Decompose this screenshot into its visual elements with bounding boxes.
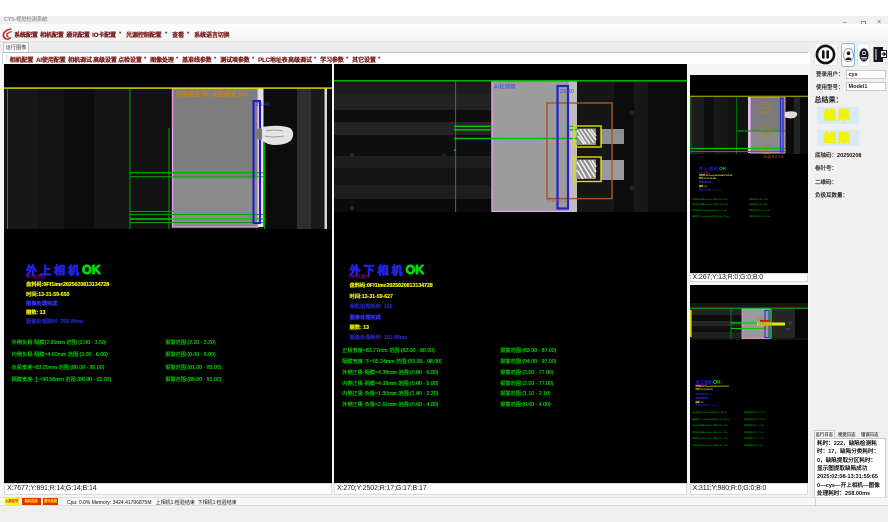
svg-text:23.48 R2.0: 23.48 R2.0	[758, 134, 773, 138]
svg-text:23.80 R=1.0: 23.80 R=1.0	[547, 199, 566, 203]
svg-text:23.48 R2.0: 23.48 R2.0	[758, 110, 773, 114]
svg-text:23.48: 23.48	[256, 102, 270, 108]
svg-text:2380: 2380	[757, 317, 764, 321]
svg-text:23.80: 23.80	[560, 89, 574, 95]
svg-text:块高阈值:93, 动态阈值:100: 块高阈值:93, 动态阈值:100	[176, 91, 249, 99]
svg-text:23.80 R1.0: 23.80 R1.0	[757, 327, 772, 331]
svg-text:AI检测框: AI检测框	[494, 83, 516, 91]
svg-text:+0.5: +0.5	[785, 327, 791, 331]
